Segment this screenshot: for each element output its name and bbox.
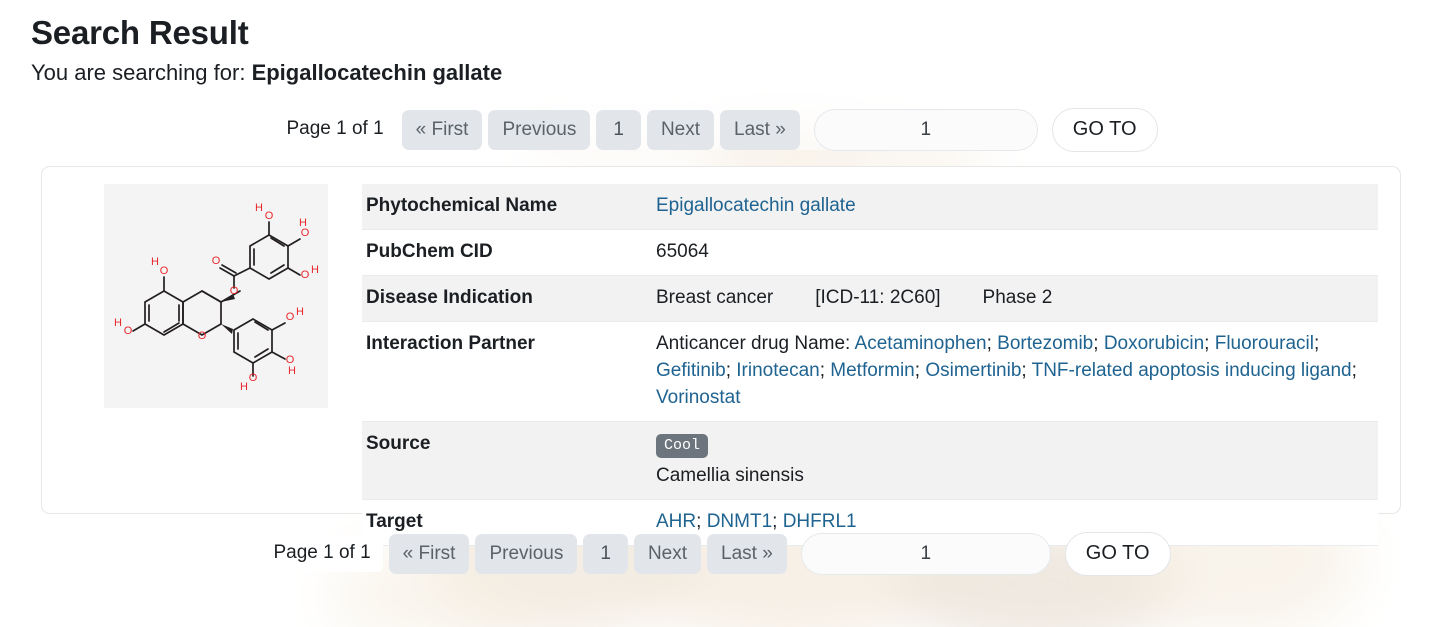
- page-indicator-top: Page 1 of 1: [274, 111, 396, 149]
- table-row: Source Cool Camellia sinensis: [362, 421, 1378, 500]
- entity-link[interactable]: Acetaminophen: [855, 333, 987, 354]
- row-key-interaction-partner: Interaction Partner: [362, 321, 652, 422]
- goto-button-top[interactable]: GO TO: [1051, 107, 1158, 152]
- phytochemical-name-link[interactable]: Epigallocatechin gallate: [656, 195, 856, 216]
- pagination-top: Page 1 of 1 « First Previous 1 Next Last…: [0, 107, 1432, 152]
- svg-text:O: O: [124, 325, 133, 337]
- svg-text:H: H: [311, 264, 319, 276]
- svg-text:O: O: [160, 265, 169, 277]
- list-separator: ;: [1351, 359, 1357, 381]
- result-card: O O O OH OH OH OH OH OH OH OH Phytochemi…: [41, 165, 1401, 546]
- first-page-button-bottom[interactable]: « First: [388, 534, 470, 574]
- entity-link[interactable]: Bortezomib: [997, 333, 1093, 354]
- svg-text:O: O: [212, 255, 221, 267]
- disease-trial-phase: Phase 2: [982, 286, 1053, 308]
- search-prefix-label: You are searching for:: [31, 59, 252, 85]
- chemical-structure-image: O O O OH OH OH OH OH OH OH OH: [104, 183, 328, 408]
- list-separator: ;: [772, 511, 783, 533]
- row-key-source: Source: [362, 421, 652, 500]
- svg-text:O: O: [301, 269, 310, 281]
- entity-link[interactable]: DHFRL1: [783, 511, 857, 532]
- table-row: Phytochemical Name Epigallocatechin gall…: [362, 183, 1378, 230]
- disease-name: Breast cancer: [656, 286, 774, 308]
- svg-text:O: O: [230, 285, 239, 297]
- entity-link[interactable]: Vorinostat: [656, 387, 741, 408]
- entity-link[interactable]: Osimertinib: [925, 360, 1021, 381]
- entity-link[interactable]: Irinotecan: [736, 360, 819, 381]
- entity-link[interactable]: DNMT1: [707, 511, 772, 532]
- disease-icd-code: [ICD-11: 2C60]: [815, 286, 941, 308]
- page-number-button-bottom[interactable]: 1: [583, 534, 628, 574]
- list-separator: ;: [914, 359, 926, 381]
- goto-page-input-top[interactable]: [813, 108, 1038, 151]
- first-page-button-top[interactable]: « First: [401, 110, 483, 150]
- svg-text:O: O: [249, 372, 258, 384]
- list-separator: ;: [1204, 332, 1215, 354]
- page-header: Search Result You are searching for: Epi…: [0, 0, 1432, 86]
- row-key-pubchem-cid: PubChem CID: [362, 229, 652, 276]
- entity-link[interactable]: AHR: [656, 511, 696, 532]
- source-property-badge: Cool: [656, 433, 709, 459]
- entity-link[interactable]: Metformin: [830, 360, 914, 381]
- svg-text:H: H: [114, 317, 122, 329]
- next-page-button-top[interactable]: Next: [646, 110, 715, 150]
- row-value-source: Cool Camellia sinensis: [652, 421, 1378, 500]
- page-indicator-bottom: Page 1 of 1: [261, 535, 383, 573]
- svg-text:H: H: [240, 381, 248, 393]
- previous-page-button-top[interactable]: Previous: [488, 110, 591, 150]
- goto-button-bottom[interactable]: GO TO: [1064, 531, 1171, 576]
- list-separator: ;: [1313, 332, 1320, 354]
- svg-text:H: H: [288, 365, 296, 377]
- entity-link[interactable]: TNF-related apoptosis inducing ligand: [1032, 360, 1352, 381]
- previous-page-button-bottom[interactable]: Previous: [475, 534, 578, 574]
- svg-text:O: O: [265, 210, 274, 222]
- search-query-text: Epigallocatechin gallate: [251, 59, 503, 85]
- entity-link[interactable]: Doxorubicin: [1104, 333, 1204, 354]
- list-separator: ;: [725, 359, 737, 381]
- svg-text:O: O: [198, 330, 207, 342]
- list-separator: ;: [1021, 359, 1032, 381]
- interaction-prefix-label: Anticancer drug Name:: [656, 332, 855, 354]
- result-detail-table: Phytochemical Name Epigallocatechin gall…: [362, 183, 1378, 546]
- row-key-disease-indication: Disease Indication: [362, 275, 652, 322]
- entity-link[interactable]: Fluorouracil: [1215, 333, 1314, 354]
- goto-page-input-bottom[interactable]: [800, 532, 1051, 575]
- svg-text:H: H: [151, 256, 159, 268]
- table-row: Disease Indication Breast cancer [ICD-11:…: [362, 275, 1378, 322]
- row-value-interaction-partner: Anticancer drug Name: Acetaminophen; Bor…: [652, 321, 1378, 422]
- svg-text:H: H: [255, 202, 263, 214]
- list-separator: ;: [1093, 332, 1104, 354]
- entity-link[interactable]: Gefitinib: [656, 360, 726, 381]
- next-page-button-bottom[interactable]: Next: [633, 534, 702, 574]
- search-subtitle: You are searching for: Epigallocatechin …: [31, 60, 1432, 86]
- svg-text:H: H: [299, 217, 307, 229]
- table-row: Interaction Partner Anticancer drug Name…: [362, 321, 1378, 422]
- table-row: PubChem CID 65064: [362, 229, 1378, 276]
- svg-text:H: H: [296, 306, 304, 318]
- list-separator: ;: [696, 511, 707, 533]
- page-number-button-top[interactable]: 1: [596, 110, 641, 150]
- row-value-pubchem-cid: 65064: [652, 229, 1378, 276]
- last-page-button-bottom[interactable]: Last »: [707, 534, 787, 574]
- source-organism-name: Camellia sinensis: [656, 465, 804, 487]
- page-title: Search Result: [31, 14, 249, 51]
- list-separator: ;: [819, 359, 831, 381]
- last-page-button-top[interactable]: Last »: [720, 110, 800, 150]
- svg-text:O: O: [286, 311, 295, 323]
- target-link-list: AHR; DNMT1; DHFRL1: [656, 511, 857, 532]
- row-value-phytochemical-name: Epigallocatechin gallate: [652, 183, 1378, 230]
- row-key-phytochemical-name: Phytochemical Name: [362, 183, 652, 230]
- row-value-disease-indication: Breast cancer [ICD-11: 2C60] Phase 2: [652, 275, 1378, 322]
- list-separator: ;: [986, 332, 998, 354]
